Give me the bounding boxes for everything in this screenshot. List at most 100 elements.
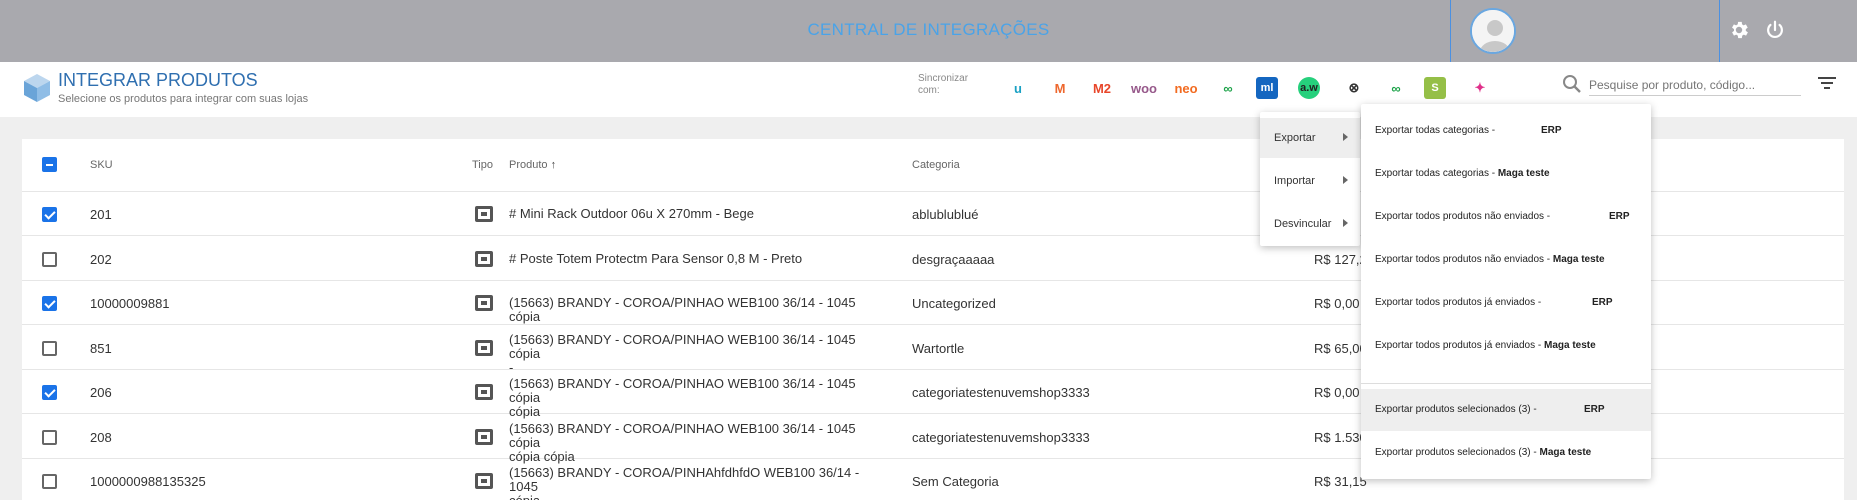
category-cell: desgraçaaaaa <box>912 251 995 267</box>
erp-label: ERP <box>1592 297 1613 308</box>
product-name: (15663) BRANDY - COROA/PINHAO WEB100 36/… <box>509 295 856 324</box>
filter-icon[interactable] <box>1818 76 1836 90</box>
menu-item-label: Desvincular <box>1274 218 1332 230</box>
search-input[interactable] <box>1589 74 1801 96</box>
star-store-icon[interactable]: ✦ <box>1466 74 1494 102</box>
sku-cell: 851 <box>90 340 112 356</box>
shopify-icon[interactable]: S <box>1424 77 1446 99</box>
aw-icon[interactable]: a.w <box>1298 77 1320 99</box>
search-icon <box>1563 75 1581 93</box>
row-checkbox[interactable] <box>42 207 57 222</box>
product-name: (15663) BRANDY - COROA/PINHAO WEB100 36/… <box>509 331 856 361</box>
product-type-icon <box>475 295 493 311</box>
erp-label: ERP <box>1541 125 1562 136</box>
menu-item-importar[interactable]: Importar <box>1260 161 1360 201</box>
chevron-right-icon <box>1343 219 1348 227</box>
submenu-item-label: Exportar todos produtos não enviados - <box>1375 254 1553 265</box>
sku-cell: 10000009881 <box>90 296 170 311</box>
category-cell: ablublublué <box>912 207 979 222</box>
product-type-icon <box>475 206 493 222</box>
actions-menu: Exportar Importar Desvincular <box>1260 112 1360 246</box>
store-name: Maga teste <box>1539 447 1592 458</box>
u-store-icon[interactable]: u <box>1004 74 1032 102</box>
menu-item-label: Importar <box>1274 175 1315 187</box>
user-icon <box>1472 10 1514 52</box>
category-cell: Uncategorized <box>912 296 996 311</box>
gear-icon[interactable] <box>1728 19 1750 41</box>
price-cell: R$ 0,00 <box>1314 296 1360 311</box>
sku-header[interactable]: SKU <box>90 159 113 171</box>
store-name: Maga teste <box>1543 340 1596 351</box>
erp-label: ERP <box>1584 404 1605 415</box>
product-name-cell: (15663) BRANDY - COROA/PINHAO WEB100 36/… <box>509 377 889 419</box>
rings-icon[interactable]: ⊗ <box>1340 74 1368 102</box>
submenu-item[interactable]: Exportar todos produtos já enviados - ER… <box>1361 282 1651 324</box>
submenu-item-label: Exportar todos produtos já enviados - <box>1375 340 1544 351</box>
menu-item-desvincular[interactable]: Desvincular <box>1260 204 1360 244</box>
sku-cell: 208 <box>90 429 112 445</box>
chevron-right-icon <box>1343 176 1348 184</box>
avatar[interactable] <box>1470 8 1516 54</box>
product-type-icon <box>475 339 493 356</box>
product-name: (15663) BRANDY - COROA/PINHAhfdhfdO WEB1… <box>509 465 860 494</box>
submenu-item[interactable]: Exportar todas categorias - ERP <box>1361 110 1651 152</box>
sku-cell: 202 <box>90 251 112 267</box>
category-cell: Wartortle <box>912 340 965 356</box>
select-all-checkbox[interactable] <box>42 157 57 172</box>
price-cell: R$ 0,00 <box>1314 385 1360 400</box>
mercadolivre-icon[interactable]: ml <box>1256 77 1278 99</box>
submenu-item-label: Exportar todos produtos já enviados - <box>1375 297 1542 308</box>
neo-icon[interactable]: neo <box>1172 74 1200 102</box>
woocommerce-icon[interactable]: woo <box>1130 74 1158 102</box>
product-name-cell: (15663) BRANDY - COROA/PINHAO WEB100 36/… <box>509 331 889 375</box>
submenu-item[interactable]: Exportar todos produtos não enviados - E… <box>1361 196 1651 238</box>
category-cell: Sem Categoria <box>912 474 999 489</box>
store-name: Maga teste <box>1497 168 1550 179</box>
divider <box>1719 0 1720 62</box>
submenu-item[interactable]: Exportar produtos selecionados (3) - Mag… <box>1361 432 1651 474</box>
price-cell: R$ 65,00 <box>1314 340 1367 356</box>
row-checkbox[interactable] <box>42 429 57 445</box>
infinity-icon[interactable]: ∞ <box>1214 74 1242 102</box>
price-cell: R$ 1.530 <box>1314 429 1367 445</box>
green-link-icon[interactable]: ∞ <box>1382 74 1410 102</box>
row-checkbox[interactable] <box>42 385 57 400</box>
submenu-item[interactable]: Exportar todos produtos não enviados - M… <box>1361 239 1651 281</box>
product-name-cont: cópia <box>509 494 889 500</box>
submenu-item-label: Exportar produtos selecionados (3) - <box>1375 404 1537 415</box>
produto-header[interactable]: Produto ↑ <box>509 159 556 171</box>
row-checkbox[interactable] <box>42 296 57 311</box>
page-subtitle: Selecione os produtos para integrar com … <box>58 93 309 105</box>
row-checkbox[interactable] <box>42 251 57 267</box>
row-checkbox[interactable] <box>42 340 57 356</box>
product-type-icon <box>475 384 493 400</box>
sku-cell: 206 <box>90 385 112 400</box>
export-submenu: Exportar todas categorias - ERP Exportar … <box>1361 104 1651 479</box>
sync-label-line: Sincronizar <box>918 73 969 84</box>
product-type-icon <box>475 473 493 489</box>
product-name-cell: (15663) BRANDY - COROA/PINHAhfdhfdO WEB1… <box>509 466 889 500</box>
submenu-item[interactable]: Exportar todas categorias - Maga teste <box>1361 153 1651 195</box>
sort-arrow-icon: ↑ <box>550 159 557 171</box>
submenu-item[interactable]: Exportar produtos selecionados (3) - ERP <box>1361 389 1651 431</box>
product-name: (15663) BRANDY - COROA/PINHAO WEB100 36/… <box>509 376 856 405</box>
tipo-header[interactable]: Tipo <box>472 159 493 171</box>
store-name: Maga teste <box>1552 254 1605 265</box>
submenu-item-label: Exportar todas categorias - <box>1375 125 1496 136</box>
product-name-cell: # Poste Totem Protectm Para Sensor 0,8 M… <box>509 250 889 266</box>
price-cell: R$ 31,15 <box>1314 474 1367 489</box>
product-name: # Poste Totem Protectm Para Sensor 0,8 M… <box>509 250 803 266</box>
magento-icon[interactable]: M <box>1046 74 1074 102</box>
categoria-header[interactable]: Categoria <box>912 159 960 171</box>
submenu-item-label: Exportar todas categorias - <box>1375 168 1498 179</box>
category-cell: categoriatestenuvemshop3333 <box>912 429 1090 445</box>
submenu-item[interactable]: Exportar todos produtos já enviados - Ma… <box>1361 325 1651 367</box>
product-name-cell: # Mini Rack Outdoor 06u X 270mm - Bege <box>509 207 889 221</box>
row-checkbox[interactable] <box>42 474 57 489</box>
sku-cell: 1000000988135325 <box>90 474 206 489</box>
magento2-icon[interactable]: M2 <box>1088 74 1116 102</box>
power-icon[interactable] <box>1764 19 1786 41</box>
menu-item-exportar[interactable]: Exportar <box>1260 118 1360 158</box>
page-title: INTEGRAR PRODUTOS <box>58 70 258 90</box>
submenu-item-label: Exportar produtos selecionados (3) - <box>1375 447 1540 458</box>
